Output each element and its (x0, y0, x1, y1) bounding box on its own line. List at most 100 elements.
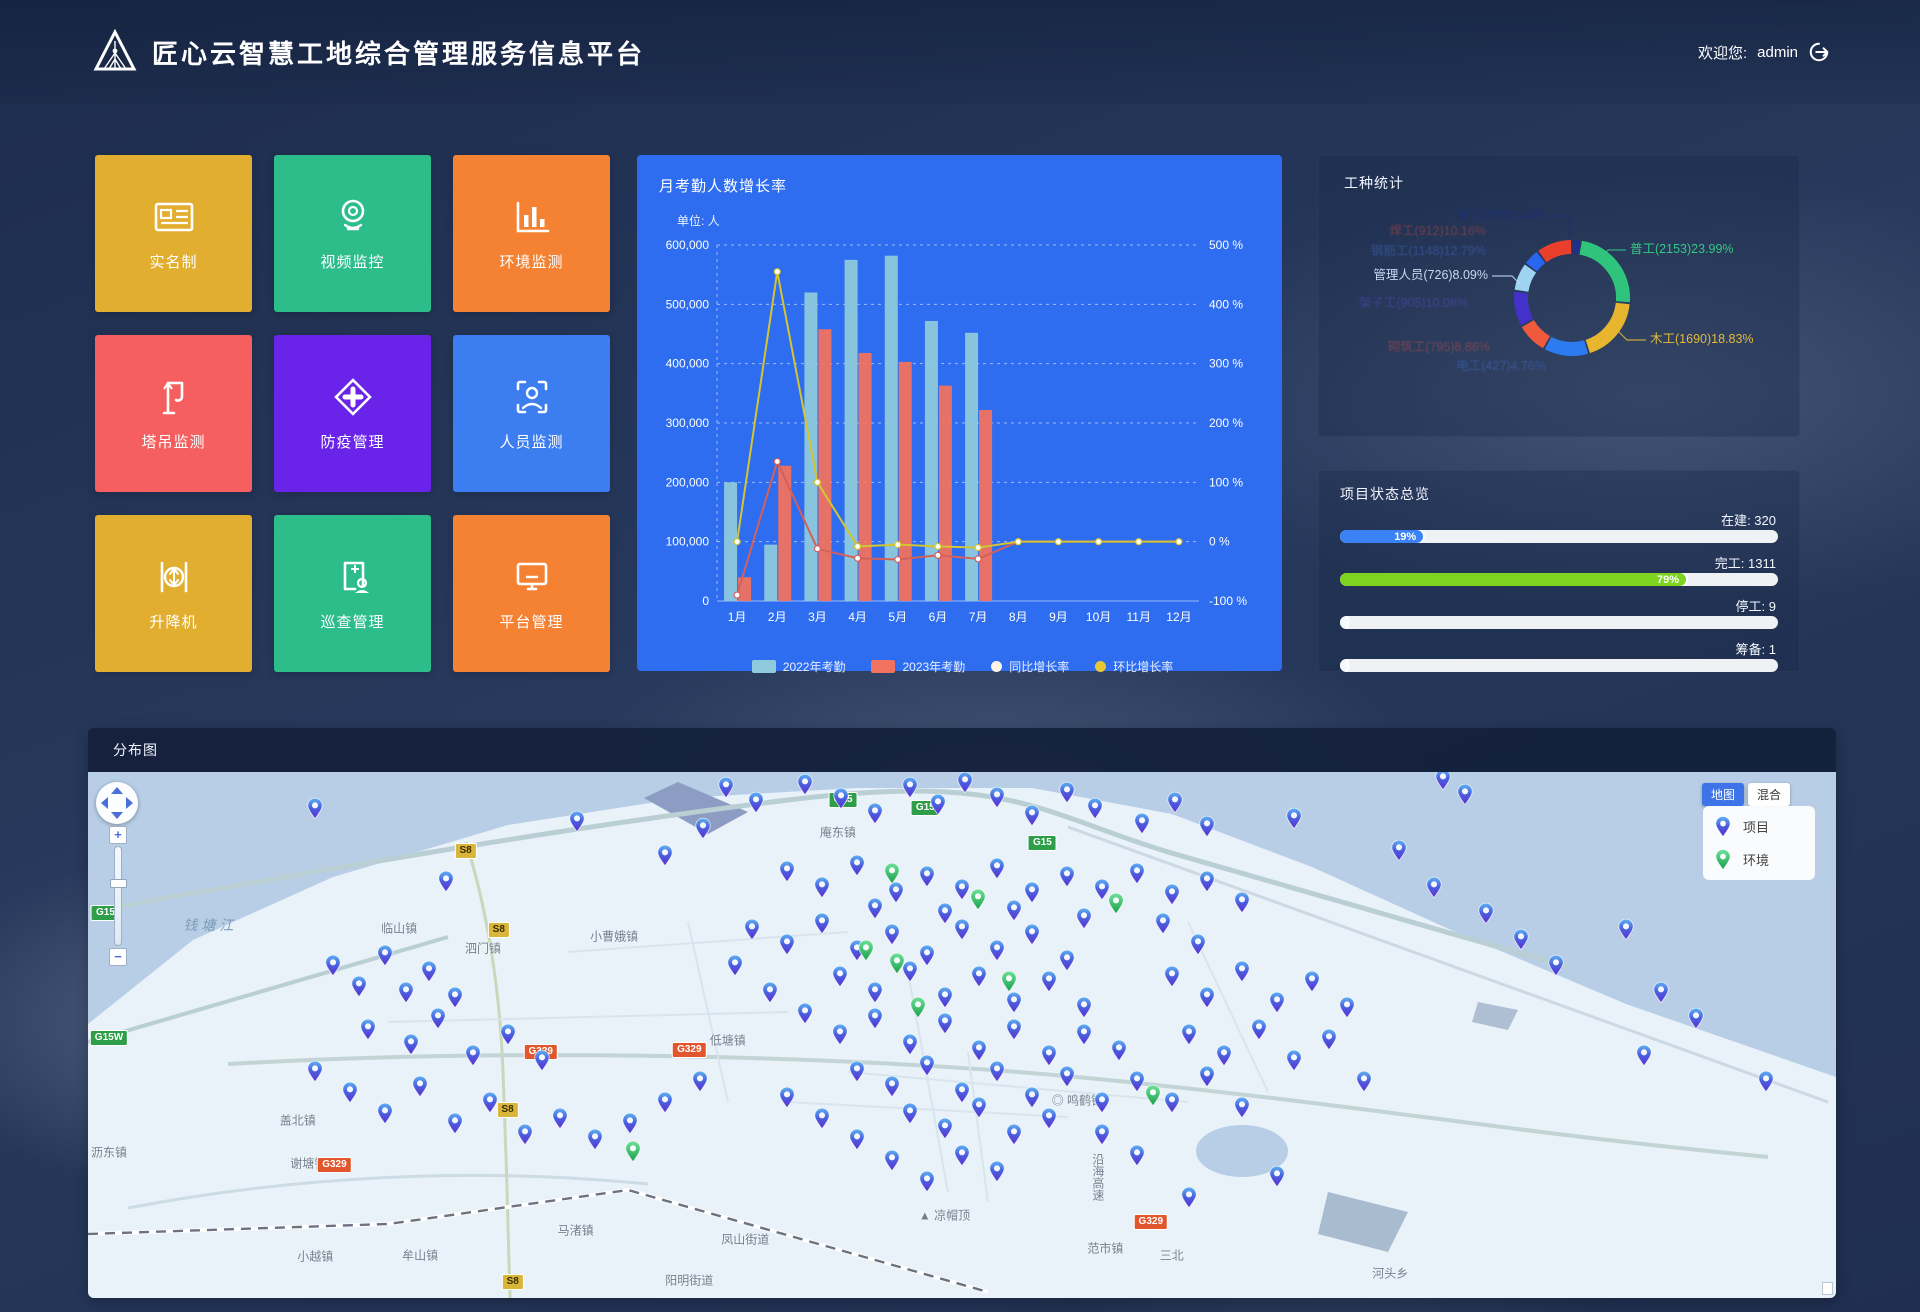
project-marker-pin[interactable] (1076, 907, 1093, 935)
project-marker-pin[interactable] (1006, 1123, 1023, 1151)
tile-lift[interactable]: 升降机 (95, 515, 252, 672)
project-marker-pin[interactable] (1189, 933, 1206, 961)
project-marker-pin[interactable] (1198, 815, 1215, 843)
project-marker-pin[interactable] (1216, 1044, 1233, 1072)
tile-tower-crane[interactable]: 塔吊监测 (95, 335, 252, 492)
project-marker-pin[interactable] (1058, 865, 1075, 893)
project-marker-pin[interactable] (1163, 883, 1180, 911)
tile-personnel[interactable]: 人员监测 (453, 335, 610, 492)
project-marker-pin[interactable] (919, 944, 936, 972)
pan-up-icon[interactable] (111, 787, 123, 794)
project-marker-pin[interactable] (1181, 1186, 1198, 1214)
project-marker-pin[interactable] (1023, 1086, 1040, 1114)
map-legend-item[interactable]: 项目 (1715, 816, 1803, 837)
project-marker-pin[interactable] (1618, 918, 1635, 946)
project-marker-pin[interactable] (551, 1107, 568, 1135)
project-marker-pin[interactable] (691, 1070, 708, 1098)
project-marker-pin[interactable] (1268, 991, 1285, 1019)
project-marker-pin[interactable] (1093, 1091, 1110, 1119)
project-marker-pin[interactable] (718, 776, 735, 804)
tile-epidemic[interactable]: 防疫管理 (274, 335, 431, 492)
env-marker-pin[interactable] (625, 1140, 642, 1168)
project-marker-pin[interactable] (534, 1049, 551, 1077)
pan-right-icon[interactable] (126, 797, 133, 809)
project-marker-pin[interactable] (1163, 965, 1180, 993)
project-marker-pin[interactable] (1093, 1123, 1110, 1151)
env-marker-pin[interactable] (857, 939, 874, 967)
project-marker-pin[interactable] (1635, 1044, 1652, 1072)
legend-item[interactable]: 同比增长率 (991, 658, 1069, 675)
map-legend-item[interactable]: 环境 (1715, 849, 1803, 870)
env-marker-pin[interactable] (1001, 970, 1018, 998)
project-marker-pin[interactable] (954, 878, 971, 906)
project-marker-pin[interactable] (988, 1060, 1005, 1088)
project-marker-pin[interactable] (1233, 960, 1250, 988)
legend-item[interactable]: 2023年考勤 (871, 658, 965, 675)
project-marker-pin[interactable] (919, 865, 936, 893)
project-marker-pin[interactable] (1023, 881, 1040, 909)
project-marker-pin[interactable] (884, 1149, 901, 1177)
project-marker-pin[interactable] (420, 960, 437, 988)
project-marker-pin[interactable] (1128, 862, 1145, 890)
donut-segment-普工[interactable] (1581, 248, 1623, 302)
donut-segment-杂工[interactable] (1573, 247, 1579, 248)
project-marker-pin[interactable] (988, 939, 1005, 967)
project-marker-pin[interactable] (779, 1086, 796, 1114)
project-marker-pin[interactable] (499, 1023, 516, 1051)
project-marker-pin[interactable] (901, 776, 918, 804)
project-marker-pin[interactable] (866, 981, 883, 1009)
project-marker-pin[interactable] (1041, 1044, 1058, 1072)
project-marker-pin[interactable] (359, 1018, 376, 1046)
tile-platform[interactable]: 平台管理 (453, 515, 610, 672)
project-marker-pin[interactable] (447, 986, 464, 1014)
project-marker-pin[interactable] (307, 1060, 324, 1088)
project-marker-pin[interactable] (1058, 1065, 1075, 1093)
project-marker-pin[interactable] (726, 954, 743, 982)
project-marker-pin[interactable] (517, 1123, 534, 1151)
project-marker-pin[interactable] (1181, 1023, 1198, 1051)
project-marker-pin[interactable] (849, 854, 866, 882)
project-marker-pin[interactable] (919, 1054, 936, 1082)
project-marker-pin[interactable] (866, 802, 883, 830)
zoom-out-button[interactable]: − (109, 948, 127, 966)
pan-down-icon[interactable] (111, 812, 123, 819)
project-marker-pin[interactable] (1286, 807, 1303, 835)
project-marker-pin[interactable] (747, 791, 764, 819)
project-marker-pin[interactable] (866, 1007, 883, 1035)
project-marker-pin[interactable] (936, 986, 953, 1014)
project-marker-pin[interactable] (936, 1117, 953, 1145)
project-marker-pin[interactable] (1076, 1023, 1093, 1051)
project-marker-pin[interactable] (988, 786, 1005, 814)
project-marker-pin[interactable] (849, 1128, 866, 1156)
project-marker-pin[interactable] (988, 1160, 1005, 1188)
project-marker-pin[interactable] (1155, 912, 1172, 940)
project-marker-pin[interactable] (586, 1128, 603, 1156)
project-marker-pin[interactable] (814, 912, 831, 940)
project-marker-pin[interactable] (482, 1091, 499, 1119)
project-marker-pin[interactable] (1006, 1018, 1023, 1046)
project-marker-pin[interactable] (438, 870, 455, 898)
env-marker-pin[interactable] (910, 996, 927, 1024)
project-marker-pin[interactable] (1338, 996, 1355, 1024)
project-marker-pin[interactable] (1198, 870, 1215, 898)
project-marker-pin[interactable] (403, 1033, 420, 1061)
project-marker-pin[interactable] (412, 1075, 429, 1103)
project-marker-pin[interactable] (954, 918, 971, 946)
project-marker-pin[interactable] (377, 944, 394, 972)
project-marker-pin[interactable] (971, 1096, 988, 1124)
donut-segment-管理人员[interactable] (1522, 269, 1531, 291)
logout-icon[interactable] (1808, 41, 1830, 63)
project-marker-pin[interactable] (342, 1081, 359, 1109)
project-marker-pin[interactable] (656, 1091, 673, 1119)
project-marker-pin[interactable] (1268, 1165, 1285, 1193)
project-marker-pin[interactable] (796, 773, 813, 801)
project-marker-pin[interactable] (656, 844, 673, 872)
legend-item[interactable]: 2022年考勤 (752, 658, 846, 675)
project-marker-pin[interactable] (884, 923, 901, 951)
map-canvas[interactable]: 钱塘江庵东镇小曹娥镇临山镇泗门镇低塘镇盖北镇谢塘镇沥东镇小越镇牟山镇马渚镇凤山街… (88, 772, 1836, 1298)
env-marker-pin[interactable] (1144, 1084, 1161, 1112)
project-marker-pin[interactable] (1233, 1096, 1250, 1124)
project-marker-pin[interactable] (1023, 923, 1040, 951)
project-marker-pin[interactable] (971, 1039, 988, 1067)
project-marker-pin[interactable] (761, 981, 778, 1009)
